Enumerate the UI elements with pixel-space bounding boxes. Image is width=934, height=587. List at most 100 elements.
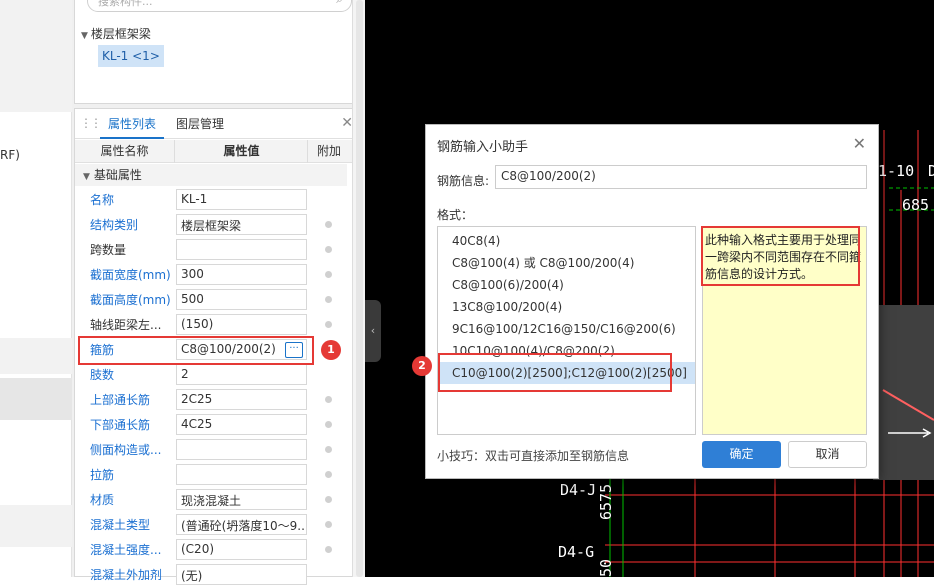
property-name: 上部通长筋 — [90, 393, 151, 407]
column-header-attach: 附加 — [316, 144, 341, 158]
attach-checkbox-icon[interactable] — [325, 546, 332, 553]
format-item[interactable]: C8@100(4) 或 C8@100/200(4) — [438, 252, 695, 274]
left-band — [0, 0, 72, 112]
left-panel-strip: RF) — [0, 0, 72, 577]
property-row[interactable]: 截面宽度(mm) 300 — [75, 262, 347, 287]
format-item[interactable]: 9C16@100/12C16@150/C16@200(6) — [438, 318, 695, 340]
property-row[interactable]: 混凝土强度... (C20) — [75, 537, 347, 562]
property-name: 混凝土类型 — [90, 518, 151, 532]
property-name: 拉筋 — [90, 468, 115, 482]
ok-button[interactable]: 确定 — [702, 441, 781, 468]
format-item[interactable]: C8@100(6)/200(4) — [438, 274, 695, 296]
search-icon[interactable]: ⌕ — [336, 0, 343, 7]
property-value-field[interactable]: 楼层框架梁 — [176, 214, 307, 235]
column-header-value: 属性值 — [176, 140, 308, 163]
property-row[interactable]: 下部通长筋 4C25 — [75, 412, 347, 437]
highlight-box-description — [701, 226, 860, 286]
component-tree-panel: 搜索构件... ⌕ ▼楼层框架梁 KL-1 <1> — [74, 0, 362, 104]
expand-arrow-icon[interactable]: ▼ — [81, 31, 88, 41]
property-name: 肢数 — [90, 368, 115, 382]
attach-checkbox-icon[interactable] — [325, 321, 332, 328]
tree-root-item[interactable]: ▼ 楼层框架梁 — [81, 25, 151, 42]
cad-label-d: D — [928, 162, 934, 180]
cad-label-d4g: D4-G — [558, 543, 595, 561]
property-row[interactable]: 混凝土外加剂 (无) — [75, 562, 347, 587]
left-partial-text: RF) — [0, 148, 20, 162]
property-value-field[interactable] — [176, 439, 307, 460]
search-input[interactable]: 搜索构件... ⌕ — [87, 0, 352, 12]
attach-checkbox-icon[interactable] — [325, 271, 332, 278]
property-row[interactable]: 侧面构造或... — [75, 437, 347, 462]
attach-checkbox-icon[interactable] — [325, 446, 332, 453]
rebar-info-input[interactable]: C8@100/200(2) — [495, 165, 867, 189]
attach-checkbox-icon[interactable] — [325, 396, 332, 403]
property-row[interactable]: 跨数量 — [75, 237, 347, 262]
property-name: 混凝土强度... — [90, 543, 162, 557]
group-basic-properties[interactable]: ▼ 基础属性 — [75, 164, 347, 186]
attach-checkbox-icon[interactable] — [325, 471, 332, 478]
attach-checkbox-icon[interactable] — [325, 246, 332, 253]
collapse-arrow-icon[interactable]: ▼ — [83, 172, 90, 182]
property-value-field[interactable]: KL-1 — [176, 189, 307, 210]
tab-property-list[interactable]: 属性列表 — [100, 109, 165, 139]
tree-node-kl1[interactable]: KL-1 <1> — [98, 45, 164, 67]
tab-layer-management[interactable]: 图层管理 — [168, 109, 232, 139]
cad-gray-region — [873, 305, 934, 480]
property-value-field[interactable] — [176, 239, 307, 260]
property-value-field[interactable]: 500 — [176, 289, 307, 310]
property-value-field[interactable]: 300 — [176, 264, 307, 285]
format-list[interactable]: 40C8(4) C8@100(4) 或 C8@100/200(4) C8@100… — [437, 226, 696, 435]
property-row[interactable]: 上部通长筋 2C25 — [75, 387, 347, 412]
left-band — [0, 338, 72, 374]
property-name: 侧面构造或... — [90, 443, 162, 457]
search-placeholder: 搜索构件... — [98, 0, 153, 8]
property-value-field[interactable]: 2 — [176, 364, 307, 385]
scrollbar-thumb[interactable] — [356, 0, 363, 577]
property-row[interactable]: 截面高度(mm) 500 — [75, 287, 347, 312]
property-row[interactable]: 轴线距梁左... (150) — [75, 312, 347, 337]
attach-checkbox-icon[interactable] — [325, 221, 332, 228]
property-value-field[interactable] — [176, 464, 307, 485]
property-row[interactable]: 名称 KL-1 — [75, 187, 347, 212]
tip-text: 小技巧：双击可直接添加至钢筋信息 — [437, 449, 630, 463]
property-name: 跨数量 — [90, 243, 127, 257]
attach-checkbox-icon[interactable] — [325, 296, 332, 303]
property-value-field[interactable]: (普通砼(坍落度10～9... — [176, 514, 307, 535]
property-value-field[interactable]: (无) — [176, 564, 307, 585]
property-value-field[interactable]: 现浇混凝土 — [176, 489, 307, 510]
collapse-panel-chevron-icon[interactable]: ‹ — [365, 300, 381, 362]
highlight-box-format — [438, 353, 672, 392]
cad-label-50: 50 — [597, 558, 615, 577]
property-value-field[interactable]: 4C25 — [176, 414, 307, 435]
property-value-field[interactable]: (150) — [176, 314, 307, 335]
property-row[interactable]: 结构类别 楼层框架梁 — [75, 212, 347, 237]
property-name: 混凝土外加剂 — [90, 568, 163, 582]
format-item[interactable]: 40C8(4) — [438, 230, 695, 252]
left-band — [0, 505, 72, 547]
cancel-button[interactable]: 取消 — [788, 441, 867, 468]
property-value-field[interactable]: (C20) — [176, 539, 307, 560]
step-badge-1: 1 — [321, 340, 341, 360]
rebar-info-label: 钢筋信息: — [437, 174, 490, 188]
property-row[interactable]: 拉筋 — [75, 462, 347, 487]
vertical-scrollbar[interactable] — [352, 0, 365, 577]
property-row[interactable]: 材质 现浇混凝土 — [75, 487, 347, 512]
drag-grip-icon[interactable]: ⋮⋮ — [80, 116, 102, 130]
format-item[interactable]: 13C8@100/200(4) — [438, 296, 695, 318]
property-name: 名称 — [90, 193, 115, 207]
rebar-input-assistant-dialog: 钢筋输入小助手 ✕ 钢筋信息: C8@100/200(2) 格式： 40C8(4… — [425, 124, 879, 479]
close-icon[interactable]: ✕ — [853, 134, 866, 153]
more-options-button[interactable]: ··· — [285, 342, 303, 358]
attach-checkbox-icon[interactable] — [325, 496, 332, 503]
property-value-field[interactable]: 2C25 — [176, 389, 307, 410]
cad-label-685: 685 — [902, 196, 930, 214]
property-row[interactable]: 混凝土类型 (普通砼(坍落度10～9... — [75, 512, 347, 537]
property-name: 截面宽度(mm) — [90, 268, 171, 282]
tab-bar: ⋮⋮ 属性列表 图层管理 ✕ — [75, 109, 361, 139]
attach-checkbox-icon[interactable] — [325, 421, 332, 428]
cad-label-1-10: 1-10 — [878, 162, 915, 180]
dialog-title: 钢筋输入小助手 — [437, 140, 529, 155]
cad-label-d4j: D4-J — [560, 481, 597, 499]
attach-checkbox-icon[interactable] — [325, 521, 332, 528]
property-row[interactable]: 肢数 2 — [75, 362, 347, 387]
